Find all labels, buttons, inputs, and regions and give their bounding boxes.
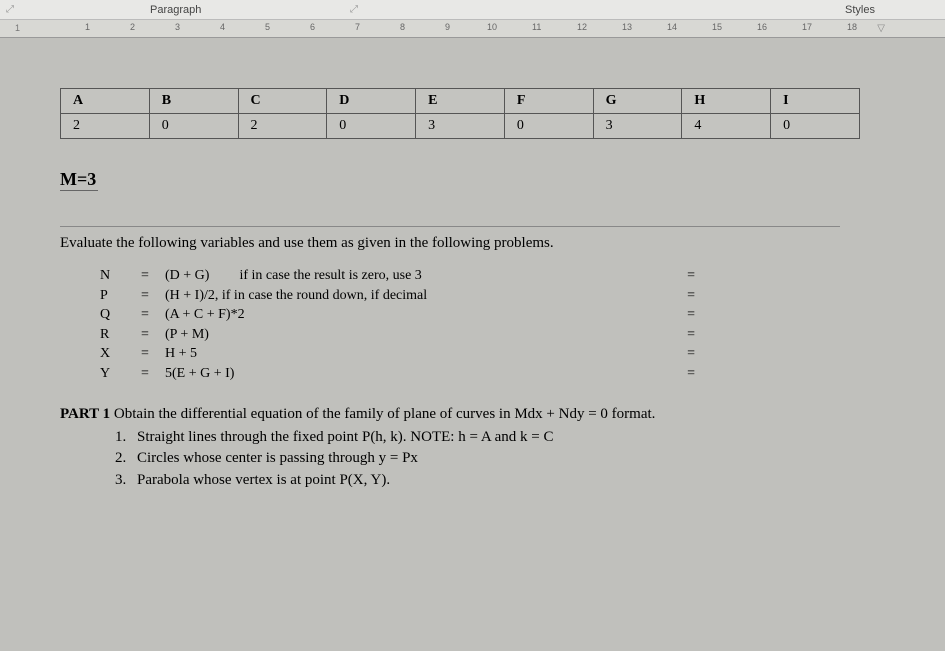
dialog-launcher-icon[interactable]: ⤢ [0,4,20,15]
ruler-tick: 7 [355,22,360,32]
ruler-tick: 10 [487,22,497,32]
item-text: Straight lines through the fixed point P… [137,427,553,449]
table-row: 2 0 2 0 3 0 3 4 0 [61,114,860,139]
part1-text: Obtain the differential equation of the … [110,406,655,422]
var-name: N [100,266,125,286]
var-row: X = H + 5 = [100,344,915,364]
equals-sign: = [125,286,165,306]
ruler-tick: 17 [802,22,812,32]
variable-assignment-table: A B C D E F G H I 2 0 2 0 3 0 3 4 0 [60,88,860,139]
paragraph-dialog-icon[interactable]: ⤢ [350,4,358,15]
instruction-text: Evaluate the following variables and use… [60,226,840,252]
list-item: 2. Circles whose center is passing throu… [115,448,915,470]
var-row: N = (D + G) if in case the result is zer… [100,266,915,286]
document-page[interactable]: A B C D E F G H I 2 0 2 0 3 0 3 4 0 M=3 … [0,38,945,492]
ruler-tick: 9 [445,22,450,32]
m-value-text: M=3 [60,169,98,191]
ruler-tick: 13 [622,22,632,32]
ruler-tick: 11 [532,22,541,32]
part1-label: PART 1 [60,406,110,422]
ruler-tick: 6 [310,22,315,32]
table-header-cell: F [504,89,593,114]
table-value-cell: 4 [682,114,771,139]
item-number: 3. [115,470,137,492]
var-name: X [100,344,125,364]
ruler-tick: 16 [757,22,767,32]
right-equals: = [687,266,695,286]
item-text: Circles whose center is passing through … [137,448,418,470]
ruler-tick: 15 [712,22,722,32]
ruler-tick: 12 [577,22,587,32]
table-header-cell: C [238,89,327,114]
var-row: P = (H + I)/2, if in case the round down… [100,286,915,306]
table-value-cell: 2 [238,114,327,139]
var-row: Y = 5(E + G + I) = [100,364,915,384]
item-number: 2. [115,448,137,470]
part1-heading: PART 1 Obtain the differential equation … [60,406,840,423]
table-header-cell: B [149,89,238,114]
right-equals: = [687,305,695,325]
ruler-tick: 1 [85,22,90,32]
equals-sign: = [125,325,165,345]
var-expression: (H + I)/2, if in case the round down, if… [165,286,427,306]
var-expression: (P + M) [165,325,209,345]
table-header-cell: G [593,89,682,114]
table-header-cell: D [327,89,416,114]
equals-sign: = [125,344,165,364]
right-equals: = [687,286,695,306]
horizontal-ruler[interactable]: 1 1 2 3 4 5 6 7 8 9 10 11 12 13 14 15 16… [0,20,945,38]
var-expression: 5(E + G + I) [165,364,234,384]
ruler-left-number: 1 [15,23,20,33]
ruler-tick: 14 [667,22,677,32]
table-header-cell: H [682,89,771,114]
var-name: Y [100,364,125,384]
table-value-cell: 0 [504,114,593,139]
table-value-cell: 0 [771,114,860,139]
ruler-indent-marker-icon[interactable]: ▽ [877,23,885,34]
table-value-cell: 3 [593,114,682,139]
var-expression: (D + G) [165,266,209,286]
ruler-tick: 18 [847,22,857,32]
table-header-cell: A [61,89,150,114]
list-item: 1. Straight lines through the fixed poin… [115,427,915,449]
var-condition: if in case the result is zero, use 3 [239,266,421,286]
table-value-cell: 0 [327,114,416,139]
table-value-cell: 0 [149,114,238,139]
table-value-cell: 3 [416,114,505,139]
item-text: Parabola whose vertex is at point P(X, Y… [137,470,390,492]
table-value-cell: 2 [61,114,150,139]
table-row: A B C D E F G H I [61,89,860,114]
ruler-tick: 4 [220,22,225,32]
ruler-tick: 8 [400,22,405,32]
var-name: R [100,325,125,345]
problem-list: 1. Straight lines through the fixed poin… [115,427,915,492]
right-equals: = [687,344,695,364]
var-expression: (A + C + F)*2 [165,305,245,325]
paragraph-group-label: Paragraph [150,4,201,16]
var-name: Q [100,305,125,325]
ruler-tick: 2 [130,22,135,32]
equals-sign: = [125,305,165,325]
ruler-tick: 5 [265,22,270,32]
table-header-cell: I [771,89,860,114]
var-expression: H + 5 [165,344,197,364]
right-equals: = [687,364,695,384]
ruler-tick: 3 [175,22,180,32]
ribbon-toolbar: ⤢ Paragraph ⤢ Styles [0,0,945,20]
var-row: R = (P + M) = [100,325,915,345]
var-name: P [100,286,125,306]
variable-definitions: N = (D + G) if in case the result is zer… [100,266,915,384]
var-row: Q = (A + C + F)*2 = [100,305,915,325]
table-header-cell: E [416,89,505,114]
item-number: 1. [115,427,137,449]
styles-group-label: Styles [845,4,875,16]
right-equals: = [687,325,695,345]
equals-sign: = [125,364,165,384]
equals-sign: = [125,266,165,286]
list-item: 3. Parabola whose vertex is at point P(X… [115,470,915,492]
